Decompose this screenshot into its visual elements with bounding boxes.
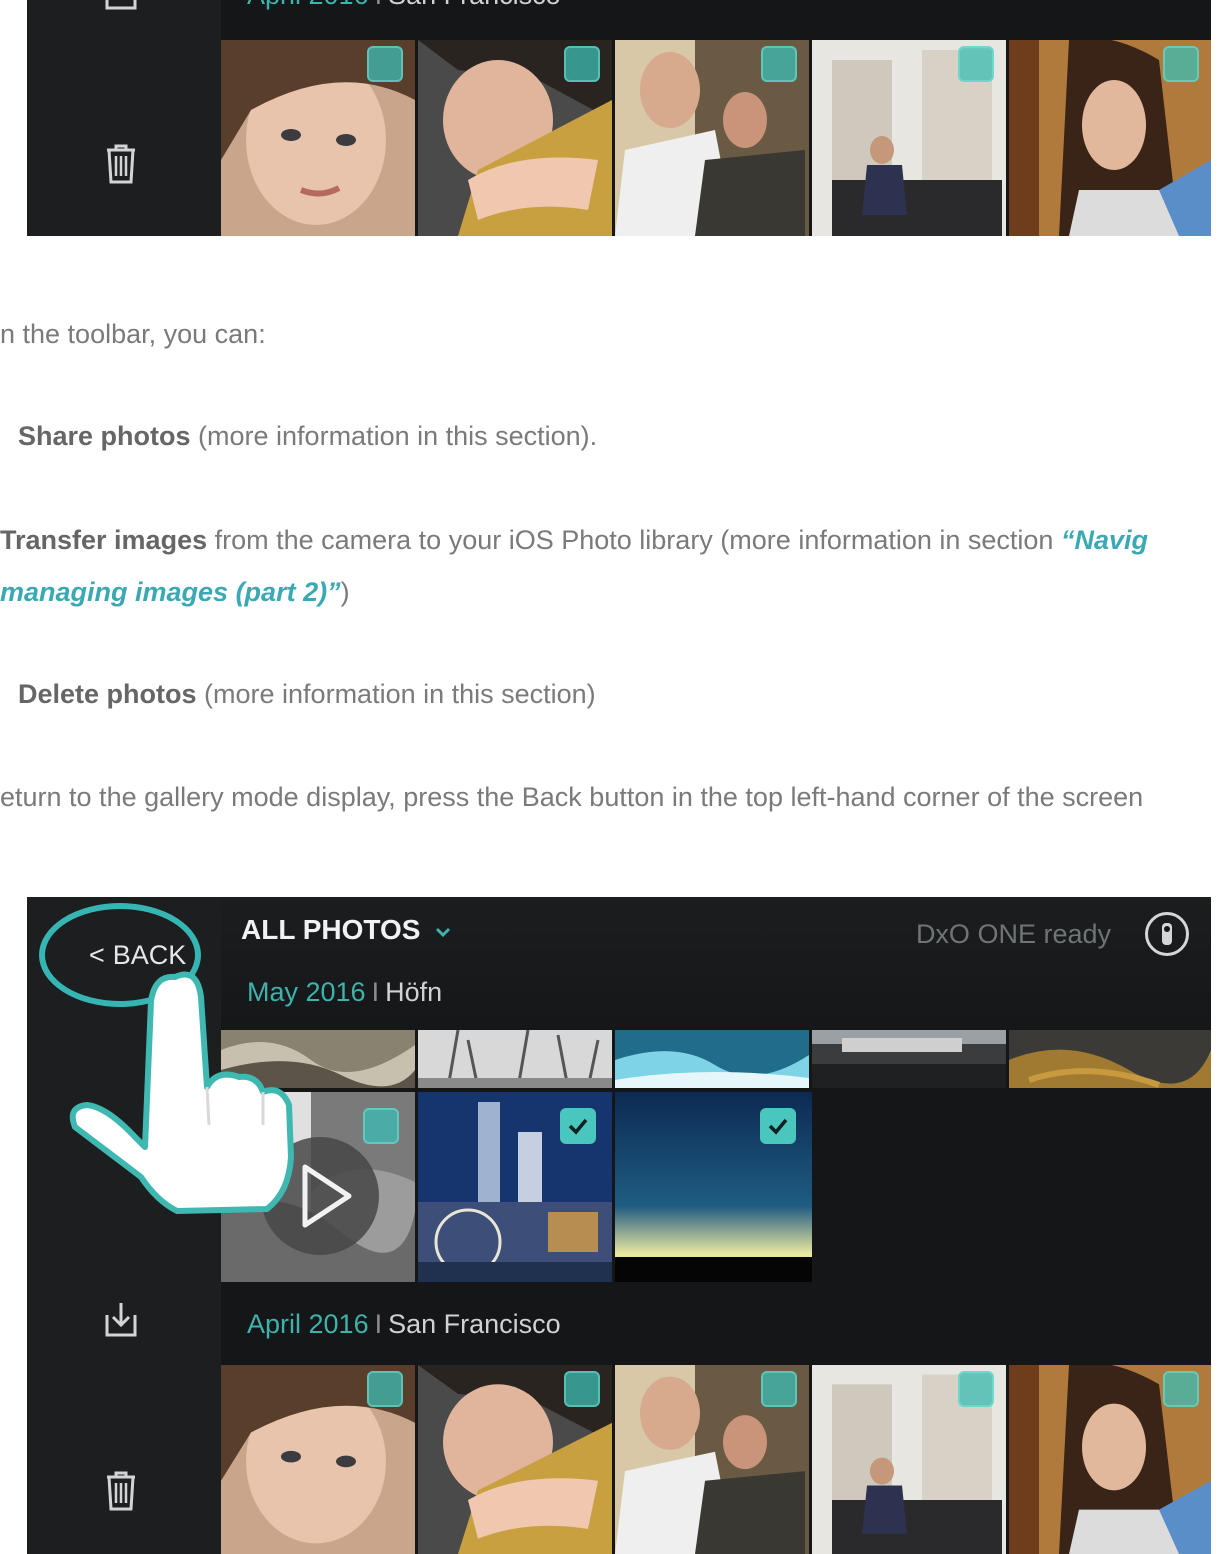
camera-status: DxO ONE ready xyxy=(915,919,1111,949)
select-checkbox-checked[interactable] xyxy=(760,1108,796,1144)
photo-thumb[interactable] xyxy=(418,1365,612,1554)
camera-icon[interactable] xyxy=(1145,912,1189,956)
checkmark-icon xyxy=(568,1118,588,1135)
intro-text: n the toolbar, you can: xyxy=(0,319,266,349)
photo-thumb[interactable] xyxy=(812,1030,1006,1088)
share-icon[interactable] xyxy=(99,1297,143,1341)
select-checkbox-checked[interactable] xyxy=(560,1108,596,1144)
photo-thumb[interactable] xyxy=(221,40,415,236)
photo-thumb[interactable] xyxy=(418,1030,612,1088)
bottom-app-screenshot: ALL PHOTOS DxO ONE ready May 2016IHöfn xyxy=(27,897,1211,1554)
photo-thumb-selected[interactable] xyxy=(615,1092,812,1282)
outro-text: eturn to the gallery mode display, press… xyxy=(0,782,1144,812)
checkmark-icon xyxy=(768,1118,788,1135)
top-app-screenshot: April 2016ISan Francisco xyxy=(27,0,1211,236)
share-icon[interactable] xyxy=(99,0,143,14)
photo-thumb[interactable] xyxy=(615,40,809,236)
photo-thumb[interactable] xyxy=(812,40,1006,236)
select-checkbox[interactable] xyxy=(367,1371,403,1407)
photo-thumb[interactable] xyxy=(1009,1365,1211,1554)
select-checkbox[interactable] xyxy=(1163,1371,1199,1407)
album-selector[interactable]: ALL PHOTOS xyxy=(241,914,452,946)
photo-thumb-selected[interactable] xyxy=(418,1092,612,1282)
select-checkbox[interactable] xyxy=(1163,46,1199,82)
sidebar xyxy=(27,0,221,236)
section-link[interactable]: managing images (part 2)” xyxy=(0,577,341,607)
trash-icon[interactable] xyxy=(99,1469,143,1513)
instruction-item-cont: managing images (part 2)”) xyxy=(0,577,350,607)
instruction-item: Transfer images from the camera to your … xyxy=(0,525,1148,555)
photo-thumb[interactable] xyxy=(1009,1030,1211,1088)
section-label: April 2016ISan Francisco xyxy=(247,0,561,11)
photo-thumb[interactable] xyxy=(615,1030,809,1088)
photo-thumb[interactable] xyxy=(221,1365,415,1554)
hand-pointer-icon xyxy=(69,971,294,1214)
select-checkbox[interactable] xyxy=(564,1371,600,1407)
instruction-item: Share photos (more information in this s… xyxy=(18,421,598,451)
select-checkbox[interactable] xyxy=(761,1371,797,1407)
select-checkbox[interactable] xyxy=(958,46,994,82)
select-checkbox[interactable] xyxy=(958,1371,994,1407)
instruction-item: Delete photos (more information in this … xyxy=(18,679,596,709)
section-link[interactable]: “Navig xyxy=(1061,525,1148,555)
select-checkbox[interactable] xyxy=(367,46,403,82)
photo-thumb[interactable] xyxy=(418,40,612,236)
chevron-down-icon xyxy=(436,927,451,938)
photo-thumb[interactable] xyxy=(1009,40,1211,236)
select-checkbox[interactable] xyxy=(761,46,797,82)
section-label: April 2016ISan Francisco xyxy=(247,1309,561,1339)
photo-thumb[interactable] xyxy=(812,1365,1006,1554)
select-checkbox[interactable] xyxy=(564,46,600,82)
photo-thumb[interactable] xyxy=(615,1365,809,1554)
trash-icon[interactable] xyxy=(99,142,143,186)
